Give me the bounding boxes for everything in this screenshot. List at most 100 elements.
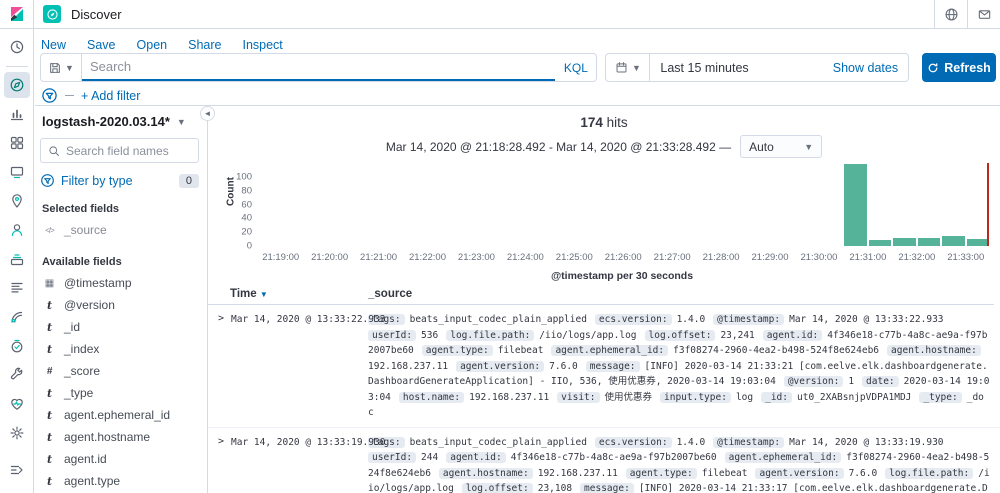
time-range-value[interactable]: Last 15 minutes [650, 61, 748, 75]
field-item-_source[interactable]: </> _source [40, 219, 199, 241]
index-pattern-select[interactable]: logstash-2020.03.14* ▼ [40, 114, 199, 129]
histogram-bar-21:31:30[interactable] [892, 238, 917, 246]
field-name: _index [64, 342, 100, 356]
histogram-bar-21:30:30[interactable] [843, 164, 868, 246]
toolbar-link-save[interactable]: Save [87, 38, 116, 52]
search-field-names-input[interactable]: Search field names [40, 138, 199, 163]
field-item-@timestamp[interactable]: ▦ @timestamp [40, 272, 199, 294]
source-key: message: [580, 483, 634, 493]
field-name: agent.type [64, 474, 121, 488]
field-name: _source [64, 223, 107, 237]
nav-uptime-icon[interactable] [4, 333, 30, 359]
source-key: agent.ephemeral_id: [724, 452, 842, 463]
date-picker-button[interactable]: ▼ [606, 54, 651, 81]
time-column-header[interactable]: Time ▼ [230, 288, 268, 300]
search-box: KQL [81, 53, 598, 82]
y-tick-label: 0 [246, 240, 252, 252]
field-item-_id[interactable]: t _id [40, 316, 199, 338]
source-key: ecs.version: [594, 436, 672, 448]
interval-select[interactable]: Auto ▼ [740, 135, 823, 158]
kql-button[interactable]: KQL [555, 54, 596, 81]
field-item-agent.ephemeral_id[interactable]: t agent.ephemeral_id [40, 404, 199, 426]
hits-count: 174 [580, 115, 603, 130]
filter-icon [41, 174, 54, 187]
filter-count-badge: 0 [178, 173, 199, 188]
saved-query-button[interactable]: ▼ [40, 53, 82, 82]
nav-visualize-icon[interactable] [4, 101, 30, 127]
current-time-marker [987, 163, 989, 246]
chart-time-range: Mar 14, 2020 @ 21:18:28.492 - Mar 14, 20… [385, 139, 732, 154]
string-field-icon: t [46, 342, 53, 356]
source-key: log.offset: [461, 483, 533, 493]
kibana-logo[interactable] [0, 0, 34, 28]
help-icon[interactable] [934, 0, 967, 28]
source-key: agent.version: [755, 467, 844, 479]
nav-recently-viewed-icon[interactable] [4, 34, 30, 60]
source-key: @timestamp: [713, 314, 785, 325]
field-item-agent.id[interactable]: t agent.id [40, 448, 199, 470]
available-fields-list: ▦ @timestamp t @version t _id t _index # _score t _… [40, 272, 199, 493]
show-dates-button[interactable]: Show dates [833, 61, 908, 75]
doc-table-header: Time ▼ _source [208, 287, 994, 305]
add-filter-button[interactable]: + Add filter [81, 89, 140, 103]
y-tick-label: 40 [241, 212, 252, 224]
source-key: userId: [368, 452, 417, 463]
row-time: Mar 14, 2020 @ 13:33:19.930 [231, 436, 386, 448]
field-item-_score[interactable]: # _score [40, 360, 199, 382]
histogram-bar-21:33:00[interactable] [965, 239, 989, 246]
nav-apm-icon[interactable] [4, 304, 30, 330]
expand-row-icon[interactable]: > [218, 436, 224, 447]
field-name: agent.hostname [64, 430, 151, 444]
toolbar-link-share[interactable]: Share [188, 38, 221, 52]
histogram-bar-21:31:00[interactable] [867, 239, 893, 246]
chevron-down-icon: ▼ [176, 116, 186, 127]
field-item-_index[interactable]: t _index [40, 338, 199, 360]
nav-dev-tools-icon[interactable] [4, 362, 30, 388]
fields-sidebar: logstash-2020.03.14* ▼ Search field name… [35, 105, 208, 493]
nav-metrics-icon[interactable] [4, 246, 30, 272]
refresh-button[interactable]: Refresh [922, 53, 996, 82]
sort-desc-icon: ▼ [259, 290, 268, 299]
histogram-plot[interactable] [255, 163, 989, 246]
string-field-icon: t [46, 408, 53, 422]
nav-stack-monitoring-icon[interactable] [4, 391, 30, 417]
field-item-_type[interactable]: t _type [40, 382, 199, 404]
toolbar-link-new[interactable]: New [41, 38, 66, 52]
nav-canvas-icon[interactable] [4, 159, 30, 185]
refresh-icon [928, 62, 938, 72]
expand-row-icon[interactable]: > [218, 313, 224, 324]
source-key: visit: [557, 391, 600, 403]
toolbar-link-open[interactable]: Open [137, 38, 168, 52]
source-key: agent.hostname: [887, 345, 981, 356]
nav-maps-icon[interactable] [4, 188, 30, 214]
nav-management-icon[interactable] [4, 420, 30, 446]
source-value: 7.6.0 [848, 467, 878, 479]
string-field-icon: t [46, 320, 53, 334]
filter-by-type-button[interactable]: Filter by type 0 [40, 173, 199, 188]
filter-icon[interactable] [41, 87, 58, 104]
nav-logs-icon[interactable] [4, 275, 30, 301]
nav-machine-learning-icon[interactable] [4, 217, 30, 243]
field-item-agent.type[interactable]: t agent.type [40, 470, 199, 492]
y-tick-label: 80 [241, 185, 252, 197]
y-tick-label: 100 [236, 171, 252, 183]
source-key: agent.type: [421, 345, 493, 356]
filter-by-type-label: Filter by type [61, 173, 133, 188]
string-field-icon: t [46, 474, 53, 488]
source-value: beats_input_codec_plain_applied [409, 314, 587, 325]
row-time: Mar 14, 2020 @ 13:33:22.933 [231, 314, 386, 325]
histogram-bar-21:32:30[interactable] [941, 236, 966, 246]
field-item-agent.hostname[interactable]: t agent.hostname [40, 426, 199, 448]
newsfeed-icon[interactable] [967, 0, 1000, 28]
histogram-bar-21:32:00[interactable] [916, 237, 942, 246]
source-value: log [735, 391, 754, 403]
search-input[interactable] [81, 54, 556, 81]
nav-discover-icon[interactable] [3, 72, 30, 98]
nav-dashboard-icon[interactable] [4, 130, 30, 156]
collapse-sidebar-button[interactable]: ◄ [200, 106, 215, 121]
toolbar-link-inspect[interactable]: Inspect [242, 38, 282, 52]
table-row: > Mar 14, 2020 @ 13:33:19.930 tags: beats_i… [208, 428, 1000, 493]
field-item-@version[interactable]: t @version [40, 294, 199, 316]
dock-navigation-icon[interactable] [4, 457, 30, 483]
source-key: _type: [919, 391, 962, 403]
